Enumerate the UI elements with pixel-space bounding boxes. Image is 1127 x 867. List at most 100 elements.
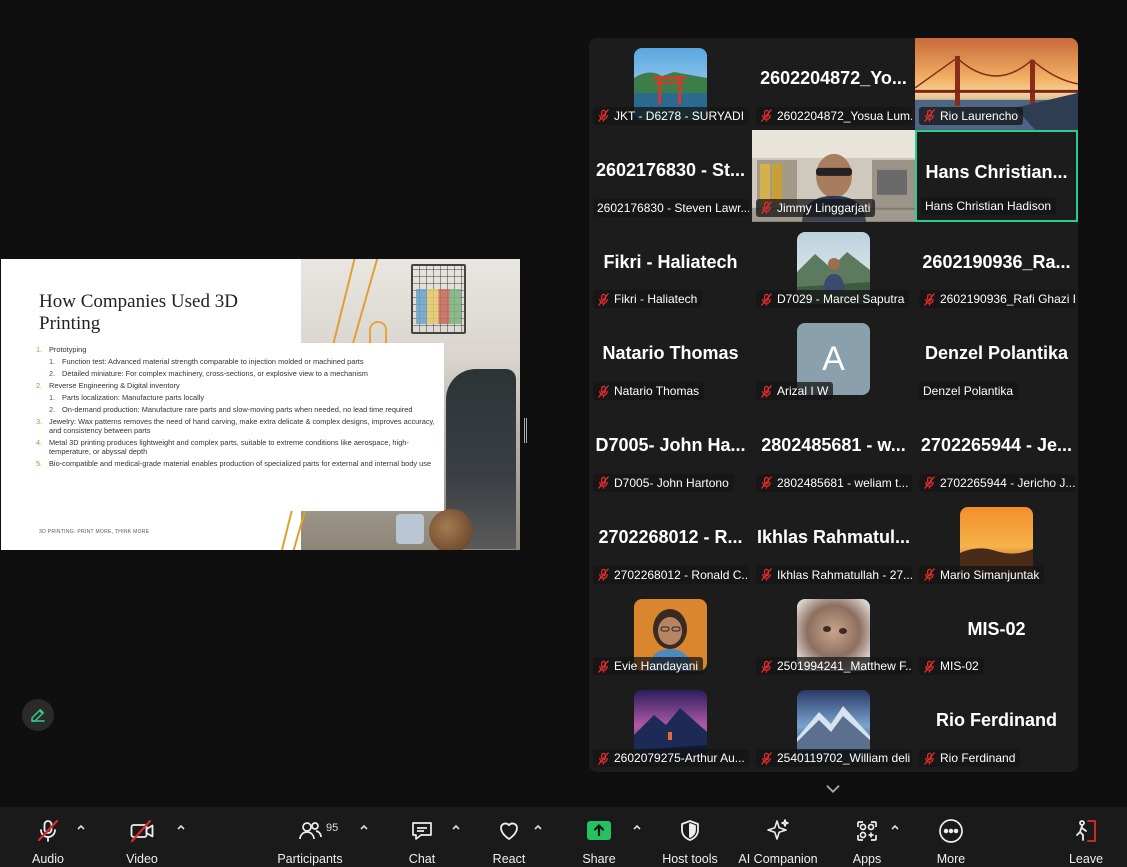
participant-display-name: 2702268012 - R... [598,526,743,547]
share-options-caret-icon[interactable] [631,821,643,833]
host-tools-button[interactable]: Host tools [655,807,725,867]
slide-bullet-text: Bio-compatible and medical-grade materia… [49,459,432,468]
mic-muted-icon [598,751,609,765]
chat-button[interactable]: Chat [400,807,444,867]
participant-tile[interactable]: Rio Ferdinand Rio Ferdinand [915,680,1078,772]
participant-tile[interactable]: Rio Laurencho [915,38,1078,130]
apps-options-caret-icon[interactable] [889,821,901,833]
video-options-caret-icon[interactable] [175,821,187,833]
participant-name-label: 2702268012 - Ronald C... [593,565,749,584]
gallery-scroll-down-icon[interactable] [822,778,844,800]
react-options-caret-icon[interactable] [532,821,544,833]
sparkle-icon [767,819,789,840]
slide-bullet-item: 5. Bio-compatible and medical-grade mater… [36,459,444,468]
participant-tile[interactable]: Hans Christian... Hans Christian Hadison [915,129,1078,222]
participant-tile[interactable]: 2501994241_Matthew F... [752,588,915,681]
participant-tile[interactable]: 2702265944 - Je... 2702265944 - Jericho J… [915,405,1078,497]
chat-options-caret-icon[interactable] [450,821,462,833]
participant-name: D7005- John Hartono [614,475,729,490]
participant-tile[interactable]: 2702268012 - R... 2702268012 - Ronald C..… [589,496,752,589]
participant-tile[interactable]: A Arizal I W [752,313,915,405]
video-button[interactable]: Video [120,807,164,867]
mic-muted-icon [924,660,935,673]
share-label: Share [582,852,616,866]
slide-page-number: 19 [477,529,483,535]
apps-button[interactable]: Apps [845,807,889,867]
pencil-icon [31,709,45,722]
mic-muted-icon [598,476,609,489]
leave-label: Leave [1068,852,1104,866]
participant-display-name: 2602190936_Ra... [922,251,1071,272]
slide-bullet-number: 1. [36,345,43,354]
participant-tile[interactable]: Natario Thomas Natario Thomas [589,313,752,405]
mic-muted-icon [761,476,772,489]
participant-name-label: 2602176830 - Steven Lawr... [593,198,749,217]
mic-muted-icon [924,293,935,306]
slide-sub-bullet-item: 2. On-demand production: Manufacture rare… [49,405,444,414]
mic-muted-icon [761,384,772,398]
participant-tile[interactable]: JKT - D6278 - SURYADI [589,38,752,130]
audio-button[interactable]: Audio [26,807,70,867]
participant-name: Fikri - Haliatech [614,292,698,307]
participant-name: 2602190936_Rafi Ghazi B [940,292,1075,307]
participant-display-name: Rio Ferdinand [936,710,1057,731]
audio-options-caret-icon[interactable] [75,821,87,833]
slide-bullet-number: 4. [36,438,43,447]
slide-sub-bullet-number: 2. [49,405,56,414]
participant-display-name: MIS-02 [967,618,1026,639]
slide-title: How Companies Used 3D Printing [39,291,238,334]
participant-name-label: Hans Christian Hadison [921,196,1057,215]
participant-tile[interactable]: D7029 - Marcel Saputra [752,221,915,314]
slide-bullet-item: 4. Metal 3D printing produces lightweight… [36,438,444,456]
participants-label: Participants [277,852,343,866]
participant-display-name: 2602204872_Yo... [760,68,907,88]
participant-name-label: Evie Handayani [593,657,704,676]
participants-options-caret-icon[interactable] [358,821,370,833]
participant-tile[interactable]: Denzel Polantika Denzel Polantika [915,313,1078,405]
participant-name-label: Arizal I W [756,382,834,400]
ai-companion-button[interactable]: AI Companion [733,807,823,867]
mic-muted-icon [598,660,609,673]
participant-display-name: Natario Thomas [602,343,739,364]
mic-muted-icon [598,568,609,581]
slide-sub-bullet-number: 2. [49,369,56,378]
participant-tile[interactable]: Ikhlas Rahmatul... Ikhlas Rahmatullah - 2… [752,496,915,589]
annotate-button[interactable] [22,699,54,731]
mic-muted-icon [761,568,772,581]
participant-name: JKT - D6278 - SURYADI [614,108,745,123]
participant-name: Mario Simanjuntak [940,567,1040,582]
participant-name-label: 2602204872_Yosua Lum... [756,106,912,125]
participant-tile[interactable]: 2602204872_Yo... 2602204872_Yosua Lum... [752,38,915,130]
participants-button[interactable]: Participants [275,807,345,867]
participant-tile[interactable]: Mario Simanjuntak [915,496,1078,589]
participant-display-name: Hans Christian... [925,161,1068,182]
mic-muted-icon [924,476,935,489]
photo-cup [396,514,424,544]
leave-button[interactable]: Leave [1064,807,1108,867]
pane-resize-handle[interactable] [524,418,527,443]
slide-bullet-text: Metal 3D printing produces lightweight a… [49,438,409,456]
more-button[interactable]: More [929,807,973,867]
participant-tile[interactable]: Jimmy Linggarjati [752,129,915,222]
participant-tile[interactable]: D7005- John Ha... D7005- John Hartono [589,405,752,497]
participant-name: Rio Laurencho [940,108,1019,123]
participant-tile[interactable]: MIS-02 MIS-02 [915,588,1078,681]
participant-tile[interactable]: 2602176830 - St... 2602176830 - Steven La… [589,129,752,222]
react-button[interactable]: React [487,807,531,867]
participant-tile[interactable]: Evie Handayani [589,588,752,681]
participant-name-label: 2602079275-Arthur Au... [593,749,749,767]
participant-display-name: Fikri - Haliatech [603,251,738,272]
participant-tile[interactable]: 2602079275-Arthur Au... [589,680,752,772]
leave-door-icon [1076,820,1096,842]
slide-sub-bullet-item: 1. Function test: Advanced material stren… [49,357,444,366]
participant-tile[interactable]: Fikri - Haliatech Fikri - Haliatech [589,221,752,314]
participant-name: 2802485681 - weliam t... [777,475,909,490]
audio-label: Audio [32,852,64,866]
participant-tile[interactable]: 2802485681 - w... 2802485681 - weliam t..… [752,405,915,497]
participant-tile[interactable]: 2602190936_Ra... 2602190936_Rafi Ghazi B [915,221,1078,314]
more-dots-icon [939,819,963,843]
share-button[interactable]: Share [577,807,621,867]
slide-bullet-number: 3. [36,417,43,426]
participant-tile[interactable]: 2540119702_William deli [752,680,915,772]
video-off-icon [130,819,154,843]
